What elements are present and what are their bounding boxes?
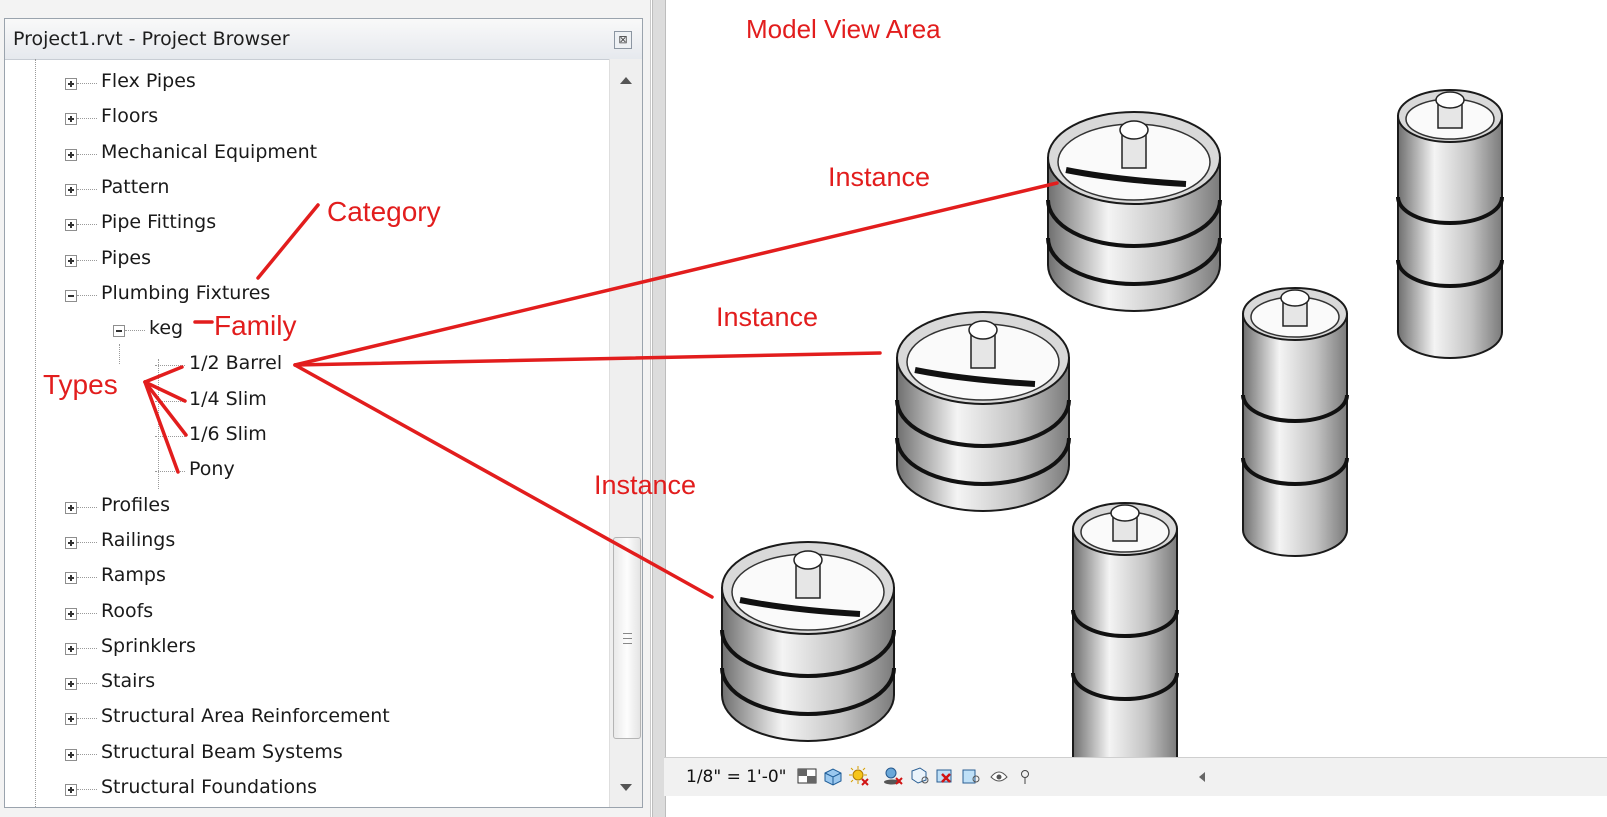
types-pointer-line — [143, 365, 184, 384]
instance-pointer-line — [293, 351, 882, 367]
instance-label: Instance — [828, 162, 931, 192]
instance-label: Instance — [716, 302, 819, 332]
model-view-area-label: Model View Area — [746, 14, 941, 44]
category-pointer-line — [256, 203, 320, 280]
instance-label: Instance — [594, 470, 697, 500]
family-label: Family — [214, 310, 297, 341]
annotation-overlay — [143, 181, 1059, 599]
types-label: Types — [43, 369, 118, 400]
category-label: Category — [327, 196, 441, 227]
